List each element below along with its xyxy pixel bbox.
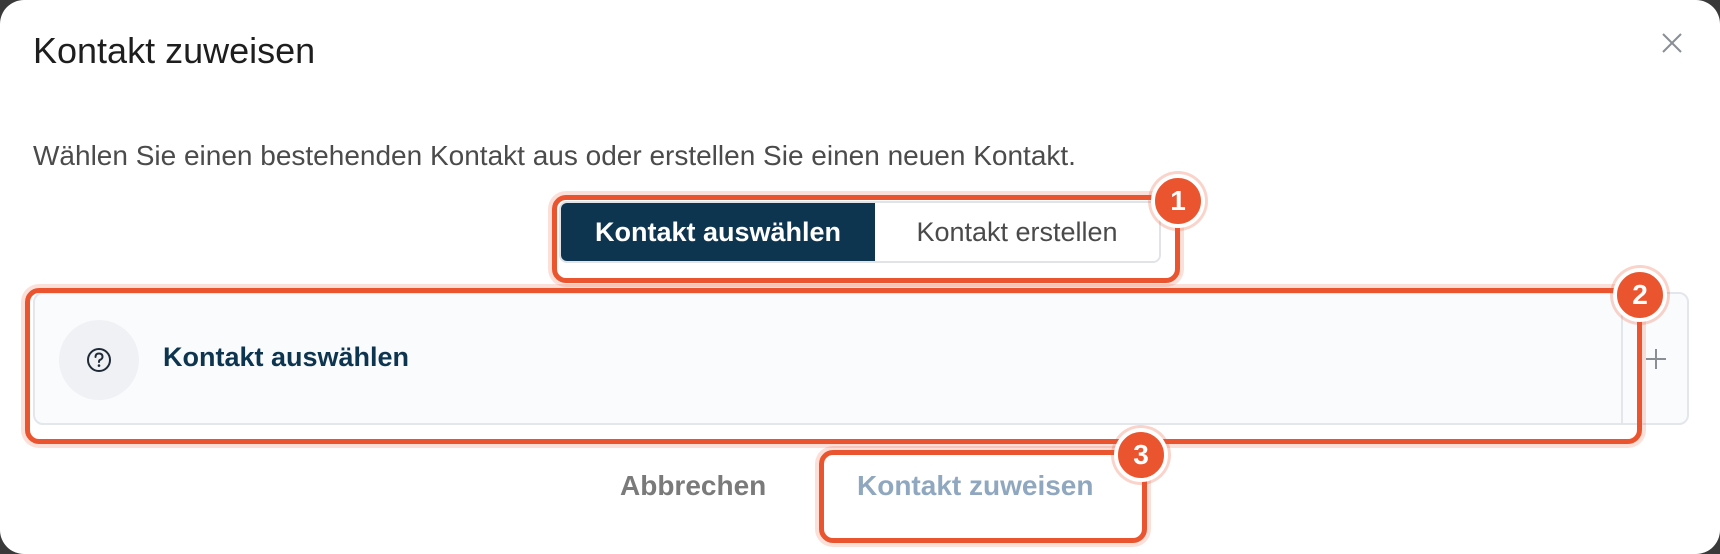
callout-badge-3: 3 (1114, 428, 1168, 482)
tab-select-contact[interactable]: Kontakt auswählen (561, 203, 875, 261)
dialog-description: Wählen Sie einen bestehenden Kontakt aus… (33, 140, 1076, 171)
close-icon (1662, 33, 1682, 53)
assign-contact-button[interactable]: Kontakt zuweisen (857, 470, 1093, 502)
callout-badge-2: 2 (1613, 268, 1667, 322)
contact-picker: Kontakt auswählen (33, 292, 1689, 425)
contact-select-label: Kontakt auswählen (163, 342, 410, 372)
close-button[interactable] (1655, 26, 1689, 60)
assign-contact-dialog: Kontakt zuweisen Wählen Sie einen besteh… (0, 0, 1720, 554)
plus-icon (1646, 348, 1666, 369)
contact-select-field[interactable]: Kontakt auswählen (35, 294, 1623, 423)
cancel-button[interactable]: Abbrechen (620, 470, 766, 502)
contact-mode-toggle: Kontakt auswählen Kontakt erstellen (559, 201, 1161, 263)
tab-create-contact[interactable]: Kontakt erstellen (875, 203, 1159, 261)
callout-badge-1: 1 (1151, 174, 1205, 228)
dialog-title: Kontakt zuweisen (33, 30, 316, 71)
question-circle-icon (59, 320, 139, 400)
